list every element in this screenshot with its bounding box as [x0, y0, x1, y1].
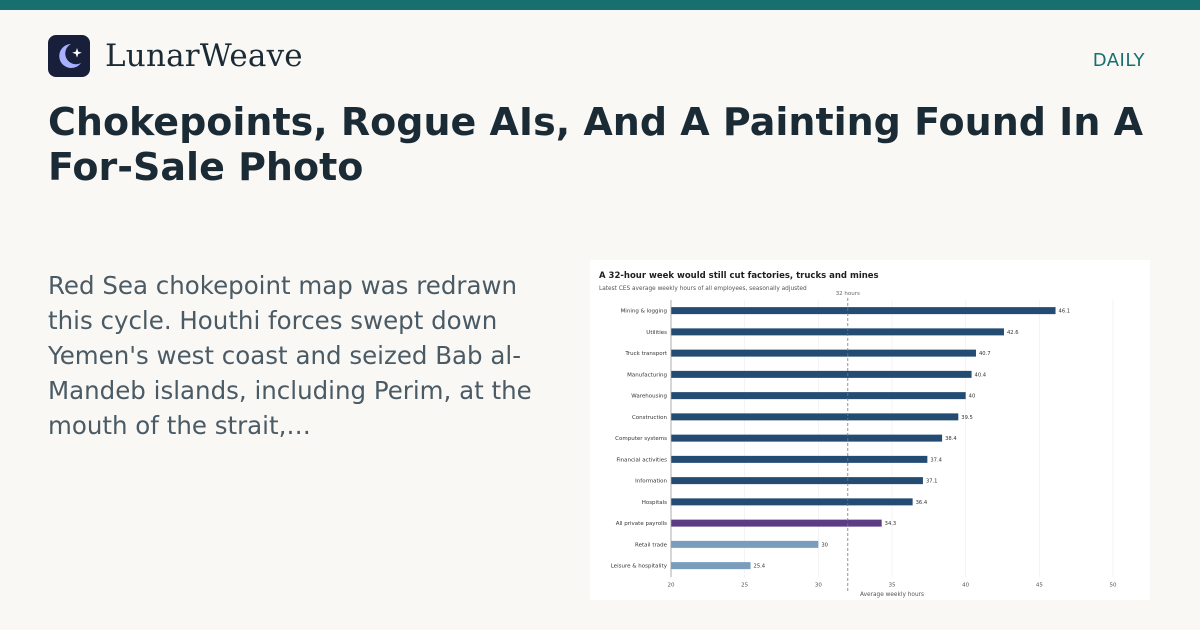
category-label: Manufacturing [627, 372, 667, 378]
value-label: 38.4 [945, 436, 957, 442]
section-tag[interactable]: DAILY [1093, 50, 1145, 71]
value-label: 39.5 [961, 415, 973, 421]
bar [671, 455, 928, 463]
bar [671, 562, 751, 570]
value-label: 40.7 [979, 351, 991, 357]
article-excerpt: Red Sea chokepoint map was redrawn this … [48, 271, 532, 440]
bar [671, 328, 1004, 336]
category-label: Retail trade [635, 542, 668, 548]
bar [671, 540, 819, 548]
value-label: 25.4 [754, 564, 766, 570]
value-label: 40.4 [975, 372, 987, 378]
bar [671, 392, 966, 400]
bar [671, 413, 959, 421]
bar [671, 349, 976, 357]
category-label: Financial activities [616, 457, 667, 463]
category-label: Warehousing [631, 394, 667, 400]
brand[interactable]: LunarWeave [48, 35, 303, 77]
x-tick-label: 30 [815, 582, 822, 588]
chart-card: A 32-hour week would still cut factories… [590, 260, 1150, 600]
category-label: Information [635, 479, 667, 485]
category-label: All private payrolls [616, 521, 667, 527]
x-tick-label: 20 [668, 582, 675, 588]
article-headline[interactable]: Chokepoints, Rogue AIs, And A Painting F… [48, 100, 1158, 190]
x-tick-label: 50 [1110, 582, 1117, 588]
x-axis-label: Average weekly hours [860, 592, 924, 598]
category-label: Utilities [646, 330, 667, 336]
bar [671, 498, 913, 506]
category-label: Computer systems [615, 436, 667, 442]
crescent-moon-star-icon [59, 44, 82, 68]
category-label: Truck transport [624, 351, 668, 357]
x-tick-label: 45 [1036, 582, 1043, 588]
bar [671, 434, 943, 442]
category-label: Leisure & hospitality [611, 564, 668, 570]
x-tick-label: 40 [962, 582, 969, 588]
category-label: Hospitals [642, 500, 667, 506]
bar [671, 477, 923, 485]
chart-title: A 32-hour week would still cut factories… [599, 271, 879, 281]
bar [671, 519, 882, 527]
top-accent-bar [0, 0, 1200, 10]
category-label: Construction [632, 415, 668, 421]
brand-name: LunarWeave [105, 38, 303, 74]
logo [48, 35, 90, 77]
bar [671, 307, 1056, 315]
value-label: 37.4 [930, 457, 942, 463]
chart-subtitle: Latest CES average weekly hours of all e… [599, 286, 807, 292]
bar-chart: A 32-hour week would still cut factories… [599, 271, 1117, 598]
value-label: 40 [969, 394, 976, 400]
value-label: 34.3 [885, 521, 897, 527]
category-label: Mining & logging [621, 309, 667, 315]
reference-line-label: 32 hours [836, 291, 860, 297]
value-label: 46.1 [1059, 309, 1071, 315]
x-tick-label: 35 [889, 582, 896, 588]
value-label: 37.1 [926, 479, 938, 485]
value-label: 42.6 [1007, 330, 1019, 336]
value-label: 36.4 [916, 500, 928, 506]
bar [671, 370, 972, 378]
value-label: 30 [821, 542, 828, 548]
x-tick-label: 25 [741, 582, 748, 588]
